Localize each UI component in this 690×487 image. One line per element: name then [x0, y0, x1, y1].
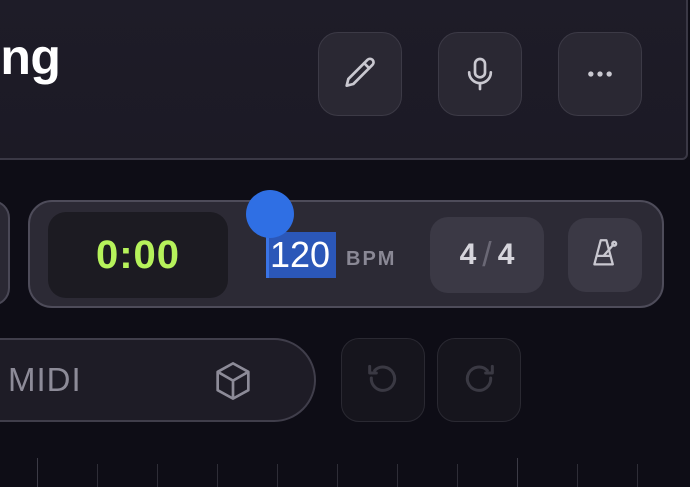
ruler-tick [337, 464, 338, 487]
ruler-tick [277, 464, 278, 487]
transport-left-control[interactable] [0, 200, 10, 306]
ruler-tick [577, 464, 578, 487]
time-signature-denominator: 4 [497, 238, 515, 271]
ruler-tick [217, 464, 218, 487]
record-button[interactable] [438, 32, 522, 116]
ruler-tick [37, 458, 38, 487]
ruler-tick [157, 464, 158, 487]
ruler-tick [97, 464, 98, 487]
time-display[interactable]: 0:00 [48, 212, 228, 298]
midi-label: MIDI [8, 361, 82, 398]
edit-button[interactable] [318, 32, 402, 116]
more-horizontal-icon [580, 54, 620, 94]
more-button[interactable] [558, 32, 642, 116]
pencil-icon [340, 54, 380, 94]
redo-icon [459, 358, 499, 403]
time-signature-numerator: 4 [459, 238, 477, 271]
ruler-tick [397, 464, 398, 487]
tempo-input[interactable]: 120 [270, 232, 330, 278]
cube-icon[interactable] [210, 358, 256, 404]
timeline-ruler[interactable] [0, 458, 690, 487]
app-stage: rding 0:00 120 [0, 0, 690, 487]
page-title: rding [0, 29, 61, 85]
time-signature-divider: / [482, 235, 492, 274]
metronome-icon [588, 236, 622, 275]
ruler-tick [517, 458, 518, 487]
microphone-icon [460, 54, 500, 94]
metronome-button[interactable] [568, 218, 642, 292]
ruler-tick [637, 464, 638, 487]
time-signature-button[interactable]: 4 / 4 [430, 217, 544, 293]
redo-button[interactable] [437, 338, 521, 422]
undo-icon [363, 358, 403, 403]
selection-handle[interactable] [246, 190, 294, 238]
tempo-unit-label: BPM [346, 248, 397, 270]
ruler-tick [457, 464, 458, 487]
undo-button[interactable] [341, 338, 425, 422]
